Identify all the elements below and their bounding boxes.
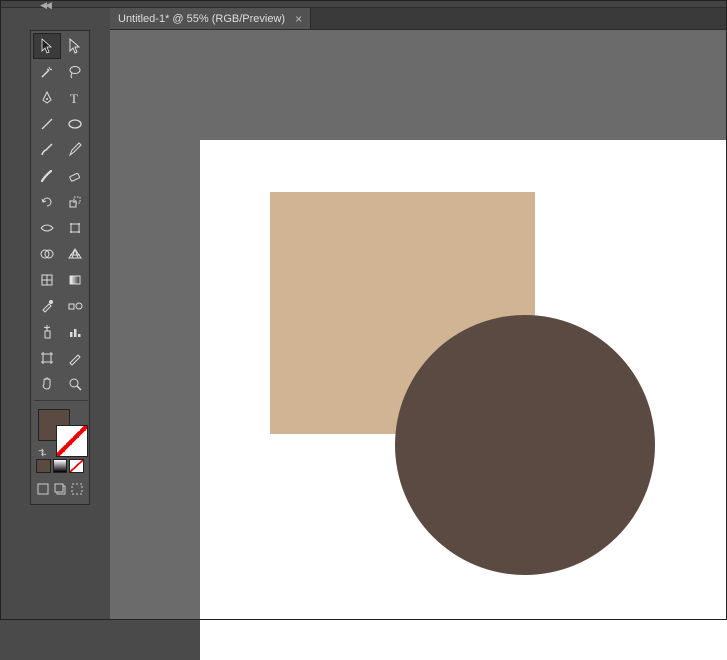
rotate-tool[interactable] bbox=[34, 190, 60, 214]
swap-fill-stroke-button[interactable] bbox=[36, 445, 48, 459]
draw-normal-button[interactable] bbox=[36, 481, 51, 497]
scale-icon bbox=[67, 194, 83, 210]
selection-icon bbox=[39, 38, 55, 54]
type-tool[interactable]: T bbox=[62, 86, 88, 110]
swap-icon bbox=[37, 447, 48, 458]
width-icon bbox=[39, 220, 55, 236]
artboard-tool[interactable] bbox=[34, 346, 60, 370]
scale-tool[interactable] bbox=[62, 190, 88, 214]
slice-icon bbox=[67, 350, 83, 366]
color-mode-row bbox=[34, 457, 86, 475]
draw-inside-button[interactable] bbox=[69, 481, 84, 497]
ellipse-tool[interactable] bbox=[62, 112, 88, 136]
width-tool[interactable] bbox=[34, 216, 60, 240]
spray-icon bbox=[39, 324, 55, 340]
shape-builder-icon bbox=[39, 246, 55, 262]
blend-icon bbox=[67, 298, 83, 314]
eyedropper-tool[interactable] bbox=[34, 294, 60, 318]
magic-wand-icon bbox=[39, 64, 55, 80]
screen-mode-row bbox=[34, 481, 86, 501]
artboard[interactable] bbox=[200, 140, 727, 660]
tool-divider bbox=[34, 400, 88, 401]
gradient-icon bbox=[67, 272, 83, 288]
zoom-tool[interactable] bbox=[62, 372, 88, 396]
lasso-tool[interactable] bbox=[62, 60, 88, 84]
pen-tool[interactable] bbox=[34, 86, 60, 110]
direct-selection-icon bbox=[67, 38, 83, 54]
eraser-icon bbox=[67, 168, 83, 184]
shape-builder-tool[interactable] bbox=[34, 242, 60, 266]
artboard-icon bbox=[39, 350, 55, 366]
rotate-icon bbox=[39, 194, 55, 210]
draw-behind-icon bbox=[53, 482, 67, 496]
color-mode-gradient[interactable] bbox=[53, 459, 68, 473]
column-graph-tool[interactable] bbox=[62, 320, 88, 344]
document-tab-bar: Untitled-1* @ 55% (RGB/Preview) × bbox=[110, 8, 727, 30]
selection-tool[interactable] bbox=[34, 34, 60, 58]
color-mode-solid[interactable] bbox=[36, 459, 51, 473]
draw-behind-button[interactable] bbox=[53, 481, 68, 497]
eyedropper-icon bbox=[39, 298, 55, 314]
color-mode-none[interactable] bbox=[69, 459, 84, 473]
pencil-icon bbox=[67, 142, 83, 158]
lasso-icon bbox=[67, 64, 83, 80]
paintbrush-tool[interactable] bbox=[34, 138, 60, 162]
tool-grid: T bbox=[34, 34, 86, 403]
mesh-tool[interactable] bbox=[34, 268, 60, 292]
blend-tool[interactable] bbox=[62, 294, 88, 318]
pen-icon bbox=[39, 90, 55, 106]
zoom-icon bbox=[67, 376, 83, 392]
close-tab-button[interactable]: × bbox=[295, 12, 302, 26]
workspace[interactable] bbox=[110, 30, 727, 620]
app-top-strip bbox=[0, 0, 727, 8]
hand-icon bbox=[39, 376, 55, 392]
stroke-color-swatch[interactable] bbox=[56, 425, 88, 457]
ellipse-icon bbox=[67, 116, 83, 132]
slice-tool[interactable] bbox=[62, 346, 88, 370]
hand-tool[interactable] bbox=[34, 372, 60, 396]
direct-selection-tool[interactable] bbox=[62, 34, 88, 58]
magic-wand-tool[interactable] bbox=[34, 60, 60, 84]
svg-text:T: T bbox=[70, 91, 78, 106]
ellipse-shape[interactable] bbox=[395, 315, 655, 575]
tools-panel: T bbox=[30, 30, 90, 505]
draw-inside-icon bbox=[70, 482, 84, 496]
eraser-tool[interactable] bbox=[62, 164, 88, 188]
document-tab-title: Untitled-1* @ 55% (RGB/Preview) bbox=[118, 13, 285, 25]
perspective-grid-tool[interactable] bbox=[62, 242, 88, 266]
color-swatches bbox=[34, 407, 86, 455]
gradient-tool[interactable] bbox=[62, 268, 88, 292]
document-tab[interactable]: Untitled-1* @ 55% (RGB/Preview) × bbox=[110, 8, 311, 29]
blob-brush-tool[interactable] bbox=[34, 164, 60, 188]
type-icon: T bbox=[67, 90, 83, 106]
free-transform-icon bbox=[67, 220, 83, 236]
paintbrush-icon bbox=[39, 142, 55, 158]
blob-brush-icon bbox=[39, 168, 55, 184]
panel-collapse-button[interactable]: ◀◀ bbox=[33, 0, 57, 10]
graph-icon bbox=[67, 324, 83, 340]
line-segment-tool[interactable] bbox=[34, 112, 60, 136]
symbol-sprayer-tool[interactable] bbox=[34, 320, 60, 344]
line-icon bbox=[39, 116, 55, 132]
mesh-icon bbox=[39, 272, 55, 288]
pencil-tool[interactable] bbox=[62, 138, 88, 162]
perspective-icon bbox=[67, 246, 83, 262]
draw-normal-icon bbox=[36, 482, 50, 496]
free-transform-tool[interactable] bbox=[62, 216, 88, 240]
